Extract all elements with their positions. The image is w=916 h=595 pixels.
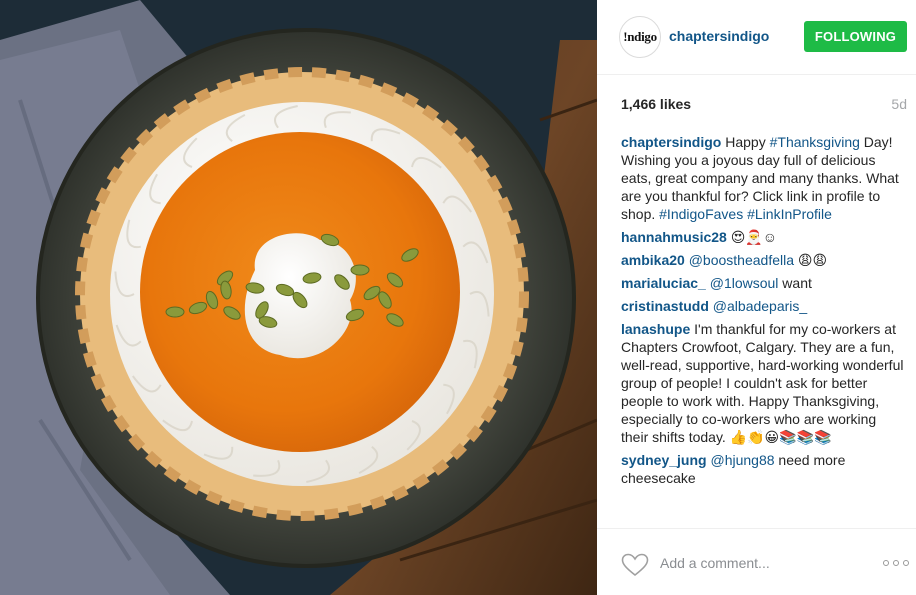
comment-link[interactable]: @hjung88 xyxy=(710,452,774,468)
comment-link[interactable]: #Thanksgiving xyxy=(770,134,860,150)
comment-link[interactable]: @boostheadfella xyxy=(689,252,794,268)
comment-username[interactable]: lanashupe xyxy=(621,321,690,337)
comment-item: hannahmusic28 😍🎅☺ xyxy=(621,228,907,246)
comment-link[interactable]: #IndigoFaves xyxy=(659,206,743,222)
comment-text: 😍🎅☺ xyxy=(730,229,778,245)
comment-text: Happy xyxy=(725,134,770,150)
post-age[interactable]: 5d xyxy=(891,96,907,112)
comment-text: I'm thankful for my co-workers at Chapte… xyxy=(621,321,904,445)
post-panel: !ndigo chaptersindigo FOLLOWING 1,466 li… xyxy=(597,0,916,595)
likes-row: 1,466 likes 5d xyxy=(621,96,907,114)
comment-username[interactable]: sydney_jung xyxy=(621,452,707,468)
dot xyxy=(893,560,899,566)
following-button[interactable]: FOLLOWING xyxy=(804,21,907,52)
comment-item: lanashupe I'm thankful for my co-workers… xyxy=(621,320,907,446)
comment-username[interactable]: cristinastudd xyxy=(621,298,709,314)
post-photo[interactable] xyxy=(0,0,597,595)
likes-count[interactable]: 1,466 likes xyxy=(621,96,691,112)
comment-link[interactable]: #LinkInProfile xyxy=(747,206,832,222)
comment-username[interactable]: chaptersindigo xyxy=(621,134,721,150)
comments-list: chaptersindigo Happy #Thanksgiving Day! … xyxy=(621,133,907,528)
heart-icon[interactable] xyxy=(621,553,649,577)
avatar-logo: !ndigo xyxy=(623,29,657,44)
comment-item: ambika20 @boostheadfella 😩😩 xyxy=(621,251,907,269)
comment-username[interactable]: hannahmusic28 xyxy=(621,229,727,245)
dot xyxy=(883,560,889,566)
comment-item: chaptersindigo Happy #Thanksgiving Day! … xyxy=(621,133,907,223)
more-options-icon[interactable] xyxy=(883,558,909,568)
post-footer xyxy=(597,528,916,595)
comment-input[interactable] xyxy=(660,551,860,575)
comment-link[interactable]: @albadeparis_ xyxy=(713,298,807,314)
avatar[interactable]: !ndigo xyxy=(619,16,661,58)
comment-text: 😩😩 xyxy=(794,252,828,268)
comment-link[interactable]: @1lowsoul xyxy=(710,275,779,291)
comment-username[interactable]: marialuciac_ xyxy=(621,275,706,291)
comment-item: sydney_jung @hjung88 need more cheesecak… xyxy=(621,451,907,487)
username-link[interactable]: chaptersindigo xyxy=(669,28,769,44)
comment-item: cristinastudd @albadeparis_ xyxy=(621,297,907,315)
comment-item: marialuciac_ @1lowsoul want xyxy=(621,274,907,292)
comment-username[interactable]: ambika20 xyxy=(621,252,685,268)
post-header: !ndigo chaptersindigo FOLLOWING xyxy=(597,0,916,75)
pie-image xyxy=(0,0,597,595)
dot xyxy=(903,560,909,566)
comment-text: want xyxy=(778,275,812,291)
